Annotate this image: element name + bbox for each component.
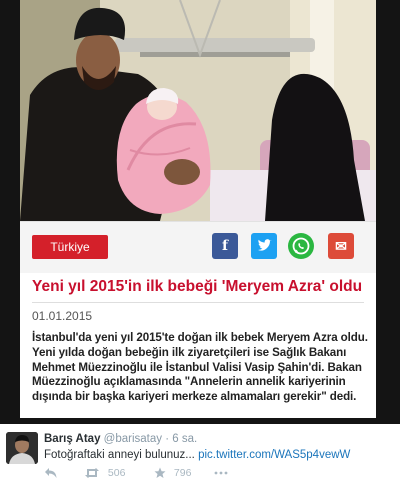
article-body: İstanbul'da yeni yıl 2015'te doğan ilk b… <box>32 331 368 404</box>
headline-divider <box>32 302 364 303</box>
author-name[interactable]: Barış Atay <box>44 433 100 445</box>
article-headline[interactable]: Yeni yıl 2015'in ilk bebeği 'Meryem Azra… <box>32 277 368 297</box>
retweet-button[interactable]: 506 <box>84 467 125 479</box>
twitter-icon[interactable] <box>251 233 277 259</box>
news-card: Türkiye f ✉ Yeni yıl 2015'in ilk bebeği … <box>20 0 376 418</box>
tweet-link[interactable]: pic.twitter.com/WAS5p4vewW <box>198 449 350 461</box>
avatar[interactable] <box>6 432 38 464</box>
retweet-count: 506 <box>107 467 126 479</box>
star-icon <box>154 467 166 479</box>
tweet-body: Fotoğraftaki anneyi bulunuz... <box>44 449 199 461</box>
favorite-count: 796 <box>173 467 192 479</box>
favorite-button[interactable]: 796 <box>154 467 191 479</box>
more-icon[interactable] <box>214 467 228 479</box>
news-toolbar: Türkiye f ✉ <box>20 221 376 273</box>
tweet-time[interactable]: · 6 sa. <box>165 433 197 445</box>
author-handle[interactable]: @barisatay <box>104 433 162 445</box>
news-photo <box>20 0 376 221</box>
article-date: 01.01.2015 <box>32 309 93 323</box>
tweet-author[interactable]: Barış Atay @barisatay · 6 sa. <box>44 433 197 445</box>
twitter-bird-glyph <box>258 239 272 251</box>
tweet-text: Fotoğraftaki anneyi bulunuz... pic.twitt… <box>44 449 350 461</box>
tweet[interactable]: Barış Atay @barisatay · 6 sa. Fotoğrafta… <box>0 424 400 490</box>
facebook-icon[interactable]: f <box>212 233 238 259</box>
category-button[interactable]: Türkiye <box>32 235 108 259</box>
reply-icon[interactable] <box>44 467 58 479</box>
mail-icon[interactable]: ✉ <box>328 233 354 259</box>
embedded-image-frame: Türkiye f ✉ Yeni yıl 2015'in ilk bebeği … <box>0 0 400 424</box>
whatsapp-icon[interactable] <box>288 233 314 259</box>
whatsapp-phone-glyph <box>292 237 310 255</box>
retweet-icon <box>85 468 99 479</box>
